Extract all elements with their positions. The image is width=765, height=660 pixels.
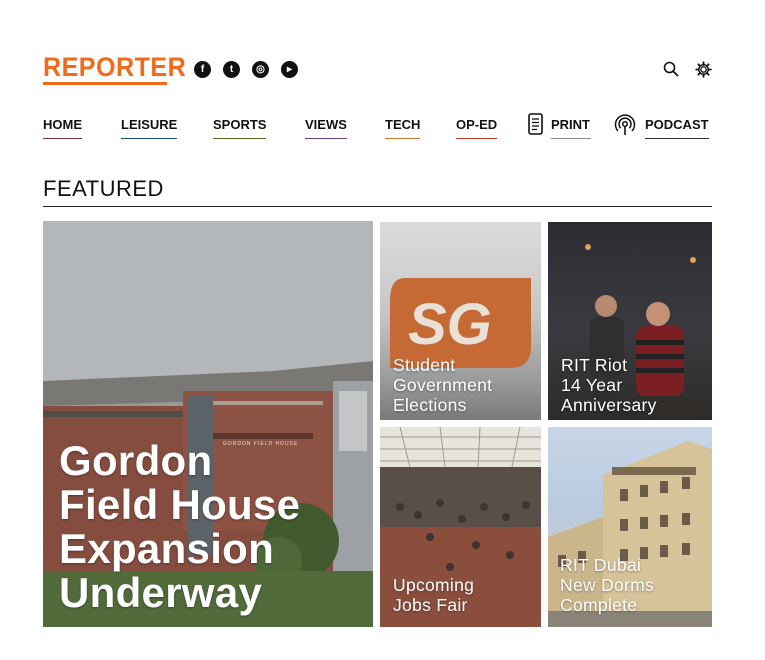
main-nav: HOME LEISURE SPORTS VIEWS TECH OP-ED PRI… <box>43 113 712 147</box>
featured-divider <box>43 206 712 207</box>
nav-label: HOME <box>43 117 82 139</box>
youtube-icon[interactable]: ▸ <box>281 61 298 78</box>
nav-op-ed[interactable]: OP-ED <box>456 117 498 143</box>
search-icon[interactable] <box>661 59 681 79</box>
nav-label: PODCAST <box>645 117 709 139</box>
card-title: RIT Riot 14 Year Anniversary <box>561 355 657 415</box>
logo-underline <box>43 82 167 85</box>
nav-label: TECH <box>385 117 421 139</box>
social-links: f t ◎ ▸ <box>194 61 298 78</box>
card-title: Upcoming Jobs Fair <box>393 575 475 615</box>
podcast-icon <box>613 113 637 140</box>
nav-leisure[interactable]: LEISURE <box>121 117 178 143</box>
sg-logo-text: SG <box>408 292 492 357</box>
site-logo[interactable]: REPORTER <box>43 52 186 82</box>
nav-tech[interactable]: TECH <box>385 117 421 143</box>
instagram-icon[interactable]: ◎ <box>252 61 269 78</box>
card-title: Student Government Elections <box>393 355 493 415</box>
card-title: RIT Dubai New Dorms Complete <box>560 555 655 615</box>
print-icon <box>528 113 543 138</box>
nav-sports[interactable]: SPORTS <box>213 117 267 143</box>
nav-label: OP-ED <box>456 117 498 139</box>
nav-label: PRINT <box>551 117 591 139</box>
card-rit-dubai[interactable]: RIT Dubai New Dorms Complete <box>548 427 712 627</box>
nav-label: SPORTS <box>213 117 267 139</box>
featured-heading: FEATURED <box>43 176 164 201</box>
nav-podcast[interactable]: PODCAST <box>613 113 709 139</box>
header-tools <box>661 59 713 79</box>
gear-icon[interactable] <box>693 59 713 79</box>
nav-home[interactable]: HOME <box>43 117 82 143</box>
twitter-icon[interactable]: t <box>223 61 240 78</box>
featured-main-title: Gordon Field House Expansion Underway <box>59 437 301 616</box>
nav-label: VIEWS <box>305 117 347 139</box>
facebook-icon[interactable]: f <box>194 61 211 78</box>
nav-print[interactable]: PRINT <box>528 113 591 139</box>
card-rit-riot[interactable]: RIT Riot 14 Year Anniversary <box>548 222 712 420</box>
featured-main-card[interactable]: GORDON FIELD HOUSE Gordon Field House Ex… <box>43 221 373 627</box>
nav-label: LEISURE <box>121 117 178 139</box>
card-student-government[interactable]: SG Student Government Elections <box>380 222 541 420</box>
nav-views[interactable]: VIEWS <box>305 117 347 143</box>
card-jobs-fair[interactable]: Upcoming Jobs Fair <box>380 427 541 627</box>
